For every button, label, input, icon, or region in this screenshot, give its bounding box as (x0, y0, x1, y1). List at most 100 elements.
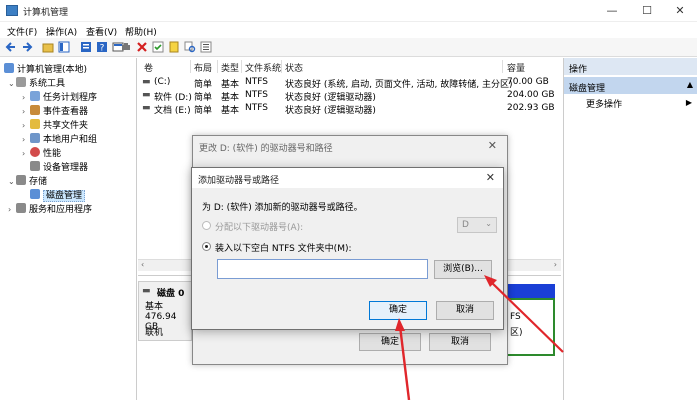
column-header-volume[interactable]: 卷 (144, 61, 153, 74)
menu-view[interactable]: 查看(V) (86, 25, 117, 38)
tree-item-system-tools[interactable]: ⌄ 系统工具 (8, 76, 65, 90)
disk-info[interactable]: ▬ 磁盘 0 基本 476.94 GB 联机 (138, 281, 192, 341)
chevron-right-icon[interactable]: › (22, 149, 30, 158)
dialog-title: 更改 D: (软件) 的驱动器号和路径 (199, 144, 333, 154)
disk-status: 联机 (145, 328, 164, 338)
assign-letter-label: 分配以下驱动器号(A): (215, 223, 304, 233)
table-cell: (C:) (154, 77, 171, 87)
assign-letter-radio[interactable] (202, 221, 211, 230)
chevron-right-icon[interactable]: › (22, 107, 30, 116)
actions-header: 操作 (564, 58, 697, 75)
window-title: 计算机管理 (23, 8, 69, 18)
table-cell: 204.00 GB (507, 90, 555, 100)
menu-file[interactable]: 文件(F) (7, 25, 37, 38)
close-icon[interactable]: ✕ (486, 171, 495, 184)
tree-item-task-scheduler[interactable]: › 任务计划程序 (22, 90, 97, 104)
up-folder-icon[interactable] (42, 41, 54, 53)
close-button[interactable]: ✕ (663, 0, 697, 22)
table-cell: 状态良好 (系统, 启动, 页面文件, 活动, 故障转储, 主分区) (285, 80, 513, 90)
properties-icon[interactable] (80, 41, 92, 53)
volume-icon: ▬ (142, 103, 151, 113)
mount-folder-label: 装入以下空白 NTFS 文件夹中(M): (215, 244, 352, 254)
table-cell: 状态良好 (逻辑驱动器) (285, 106, 376, 116)
mount-folder-radio[interactable] (202, 242, 211, 251)
dialog-title: 添加驱动器号或路径 (198, 176, 280, 186)
refresh-icon[interactable] (152, 41, 164, 53)
column-header-type[interactable]: 类型 (221, 61, 239, 74)
actions-section-disk-management[interactable]: 磁盘管理 ▲ (564, 77, 697, 94)
back-ok-button[interactable]: 确定 (359, 333, 421, 351)
search-icon[interactable] (184, 41, 196, 53)
computer-management-icon (6, 5, 18, 16)
collapse-up-icon[interactable]: ▲ (687, 80, 693, 89)
forward-arrow-icon[interactable] (21, 41, 33, 53)
clock-icon (30, 91, 40, 101)
cancel-button[interactable]: 取消 (436, 301, 494, 320)
scroll-left-icon[interactable]: ‹ (141, 260, 144, 269)
selected-volume[interactable]: FS 区) (505, 298, 555, 356)
chevron-right-icon[interactable]: › (22, 135, 30, 144)
performance-icon (30, 147, 40, 157)
folder-path-input[interactable] (217, 259, 428, 279)
expand-right-icon[interactable]: ▶ (686, 98, 692, 107)
table-cell: 基本 (221, 106, 240, 116)
navigation-tree: 计算机管理(本地) ⌄ 系统工具 › 任务计划程序 › 事件查看器 › 共享文件夹 › 本… (0, 58, 137, 400)
chevron-down-icon[interactable]: ⌄ (8, 79, 16, 88)
browse-button[interactable]: 浏览(B)... (434, 260, 492, 279)
back-arrow-icon[interactable] (5, 41, 17, 53)
ok-button[interactable]: 确定 (369, 301, 427, 320)
column-header-filesystem[interactable]: 文件系统 (245, 61, 281, 74)
help-icon[interactable]: ? (96, 41, 108, 53)
add-drive-letter-dialog: 添加驱动器号或路径 ✕ 为 D: (软件) 添加新的驱动器号或路径。 分配以下驱… (191, 167, 504, 330)
volume-icon: ▬ (142, 77, 151, 87)
minimize-button[interactable]: — (595, 0, 629, 22)
list-icon[interactable] (200, 41, 212, 53)
export-icon[interactable] (168, 41, 180, 53)
tree-item-device-manager[interactable]: 设备管理器 (30, 160, 88, 174)
column-header-capacity[interactable]: 容量 (507, 61, 525, 74)
tree-item-event-viewer[interactable]: › 事件查看器 (22, 104, 88, 118)
tree-item-disk-management[interactable]: 磁盘管理 (30, 188, 86, 202)
dialog-title-bar: 添加驱动器号或路径 ✕ (192, 168, 503, 188)
back-cancel-button[interactable]: 取消 (429, 333, 491, 351)
device-manager-icon (30, 161, 40, 171)
table-cell: 基本 (221, 93, 240, 103)
close-icon[interactable]: ✕ (488, 139, 497, 152)
show-hide-tree-icon[interactable] (58, 41, 70, 53)
shared-folder-icon (30, 119, 40, 129)
volume-icon: ▬ (142, 90, 151, 100)
column-header-status[interactable]: 状态 (285, 61, 303, 74)
tree-item-root[interactable]: 计算机管理(本地) (4, 62, 87, 76)
table-cell: NTFS (245, 77, 268, 87)
scroll-right-icon[interactable]: › (554, 260, 557, 269)
table-cell: 202.93 GB (507, 103, 555, 113)
table-cell: 状态良好 (逻辑驱动器) (285, 93, 376, 103)
chevron-right-icon[interactable]: › (8, 205, 16, 214)
users-icon (30, 133, 40, 143)
menu-action[interactable]: 操作(A) (46, 25, 77, 38)
table-cell: 文档 (E:) (154, 106, 191, 116)
disk-icon (30, 189, 40, 199)
tree-item-shared-folders[interactable]: › 共享文件夹 (22, 118, 88, 132)
connect-drive-icon[interactable] (120, 41, 132, 53)
tree-item-local-users[interactable]: › 本地用户和组 (22, 132, 97, 146)
chevron-right-icon[interactable]: › (22, 121, 30, 130)
svg-text:?: ? (100, 44, 105, 54)
table-cell: 简单 (194, 80, 213, 90)
more-actions-link[interactable]: 更多操作 (586, 97, 622, 110)
table-cell: 简单 (194, 93, 213, 103)
maximize-button[interactable]: ☐ (630, 0, 664, 22)
delete-icon[interactable] (136, 41, 148, 53)
volume-drive-hint: 区) (510, 328, 523, 338)
tree-item-services[interactable]: › 服务和应用程序 (8, 202, 92, 216)
chevron-right-icon[interactable]: › (22, 93, 30, 102)
tree-item-performance[interactable]: › 性能 (22, 146, 61, 160)
volume-header-bar[interactable] (505, 284, 555, 298)
column-header-layout[interactable]: 布局 (194, 61, 212, 74)
tree-item-storage[interactable]: ⌄ 存储 (8, 174, 47, 188)
chevron-down-icon[interactable]: ⌄ (8, 177, 16, 186)
drive-letter-select[interactable]: D ⌄ (457, 217, 497, 233)
storage-icon (16, 175, 26, 185)
toolbar: ? (0, 38, 697, 57)
menu-help[interactable]: 帮助(H) (125, 25, 157, 38)
